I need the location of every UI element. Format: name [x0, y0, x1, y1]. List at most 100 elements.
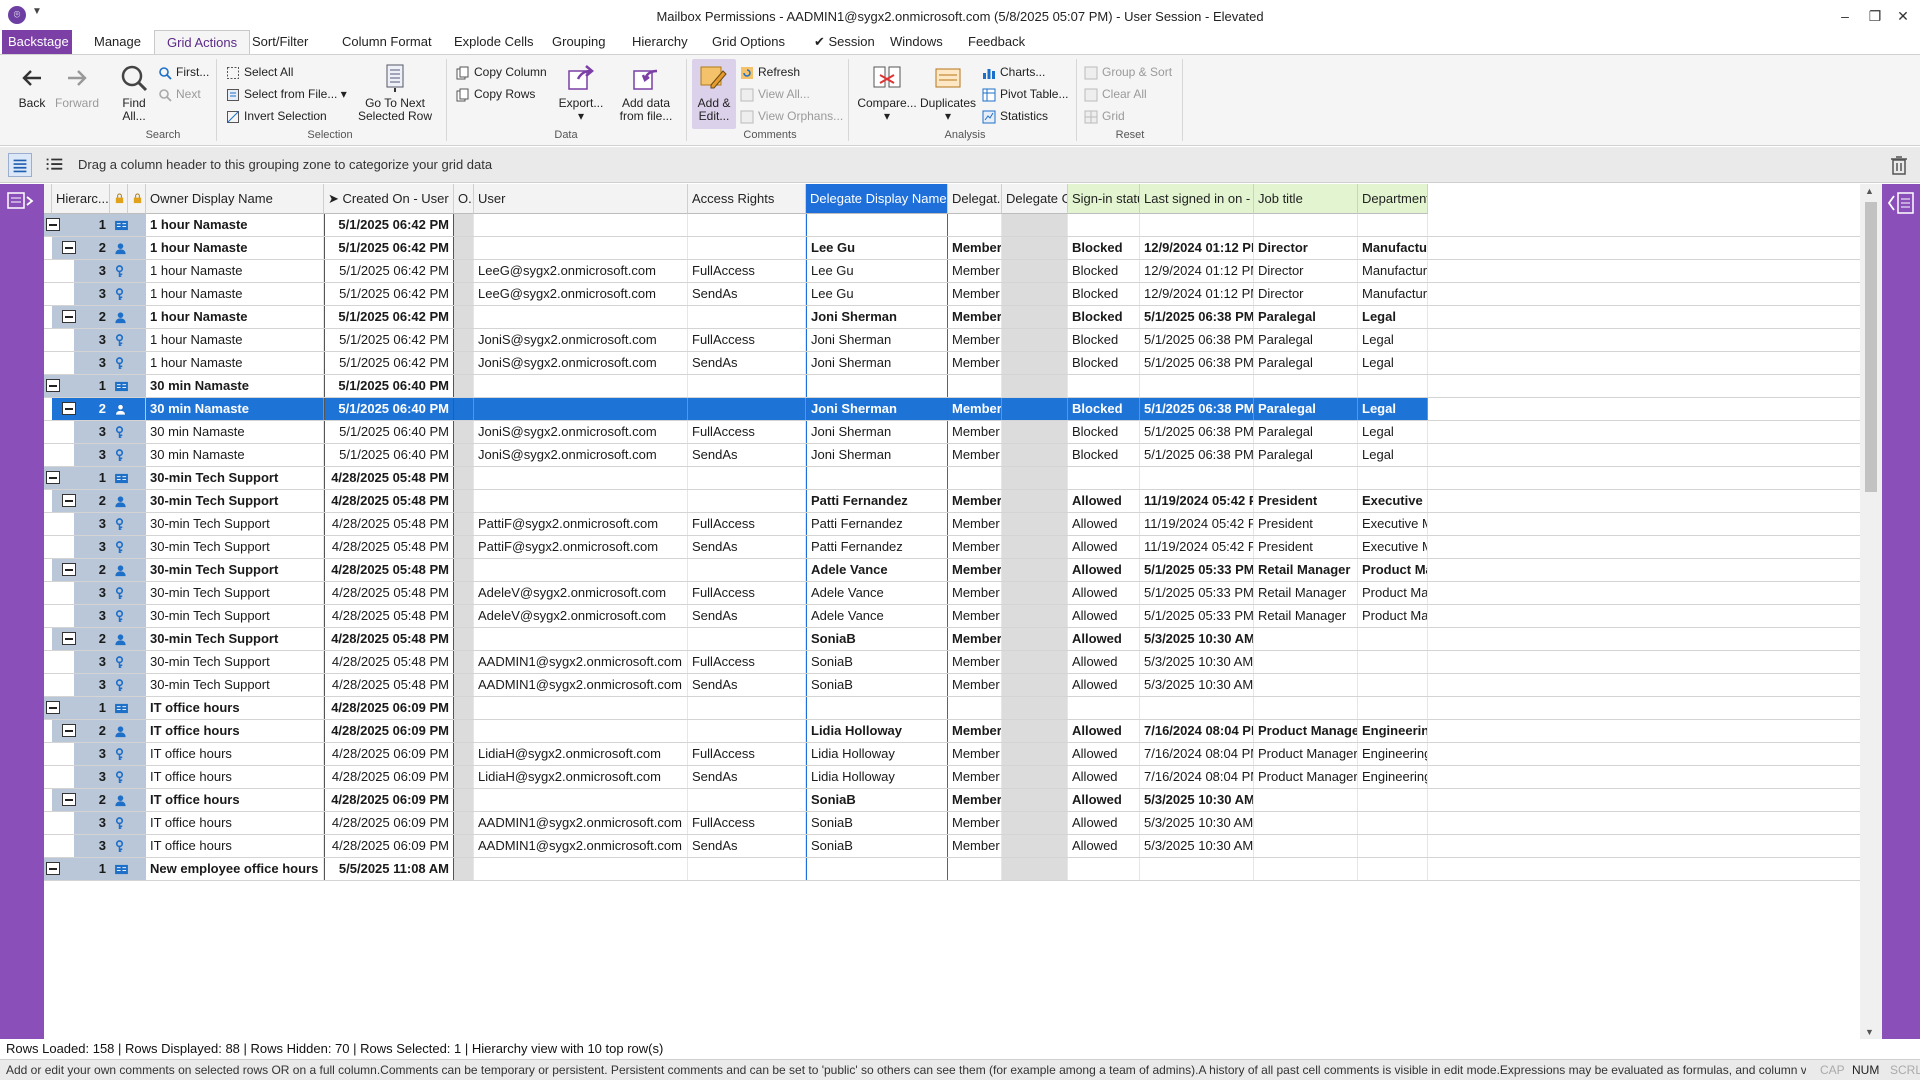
table-row[interactable]: 2 IT office hours 4/28/2025 06:09 PM Lidia … — [44, 720, 1860, 743]
go-to-next-selected-button[interactable]: Go To Next Selected Row — [354, 63, 436, 123]
table-row[interactable]: 3 1 hour Namaste 5/1/2025 06:42 PM LeeG@syg… — [44, 260, 1860, 283]
job-title-cell[interactable] — [1254, 214, 1358, 236]
sign-in-status-cell[interactable]: Allowed — [1068, 582, 1140, 604]
last-signed-in-cell[interactable]: 11/19/2024 05:42 PM — [1140, 490, 1254, 512]
user-cell[interactable] — [474, 697, 688, 719]
sign-in-status-cell[interactable]: Allowed — [1068, 513, 1140, 535]
last-signed-in-cell[interactable]: 5/3/2025 10:30 AM — [1140, 651, 1254, 673]
department-cell[interactable]: Product Mark — [1358, 559, 1428, 581]
sign-in-status-cell[interactable]: Allowed — [1068, 812, 1140, 834]
vertical-scrollbar[interactable]: ▲ ▼ — [1860, 184, 1882, 1039]
owner-display-name-cell[interactable]: 1 hour Namaste — [146, 214, 324, 236]
created-on-cell[interactable]: 4/28/2025 06:09 PM — [324, 835, 454, 857]
owner-display-name-cell[interactable]: 1 hour Namaste — [146, 329, 324, 351]
user-cell[interactable] — [474, 398, 688, 420]
delegate-type-cell[interactable]: Member — [948, 766, 1002, 788]
owner-display-name-cell[interactable]: IT office hours — [146, 743, 324, 765]
table-row[interactable]: 3 30-min Tech Support 4/28/2025 05:48 PM AA… — [44, 651, 1860, 674]
table-row[interactable]: 2 30-min Tech Support 4/28/2025 05:48 PM Ad… — [44, 559, 1860, 582]
back-button[interactable]: Back — [14, 63, 50, 110]
department-cell[interactable]: Legal — [1358, 398, 1428, 420]
last-signed-in-cell[interactable]: 5/1/2025 06:38 PM — [1140, 352, 1254, 374]
delegate-type-cell[interactable]: Member — [948, 628, 1002, 650]
department-cell[interactable]: Legal — [1358, 352, 1428, 374]
last-signed-in-cell[interactable]: 12/9/2024 01:12 PM — [1140, 260, 1254, 282]
job-title-cell[interactable]: Retail Manager — [1254, 582, 1358, 604]
user-cell[interactable]: AADMIN1@sygx2.onmicrosoft.com — [474, 651, 688, 673]
created-on-cell[interactable]: 5/1/2025 06:40 PM — [324, 421, 454, 443]
user-cell[interactable]: AADMIN1@sygx2.onmicrosoft.com — [474, 835, 688, 857]
delegate-type-cell[interactable]: Member — [948, 812, 1002, 834]
delegate-type-cell[interactable]: Member — [948, 559, 1002, 581]
header-access-rights[interactable]: Access Rights — [688, 184, 806, 214]
header-o[interactable]: O... — [454, 184, 474, 214]
grouping-zone[interactable]: Drag a column header to this grouping zo… — [0, 147, 1920, 183]
last-signed-in-cell[interactable]: 5/1/2025 06:38 PM — [1140, 398, 1254, 420]
access-rights-cell[interactable]: FullAccess — [688, 651, 806, 673]
delegate-display-name-cell[interactable]: Joni Sherman — [806, 421, 948, 443]
delegate-display-name-cell[interactable]: SoniaB — [806, 812, 948, 834]
delegate-display-name-cell[interactable]: Patti Fernandez — [806, 513, 948, 535]
find-first-button[interactable]: First... — [158, 65, 209, 80]
created-on-cell[interactable]: 5/5/2025 11:08 AM — [324, 858, 454, 880]
sign-in-status-cell[interactable]: Blocked — [1068, 283, 1140, 305]
department-cell[interactable]: Engineering — [1358, 743, 1428, 765]
delegate-type-cell[interactable]: Member — [948, 306, 1002, 328]
created-on-cell[interactable]: 4/28/2025 05:48 PM — [324, 582, 454, 604]
last-signed-in-cell[interactable]: 7/16/2024 08:04 PM — [1140, 720, 1254, 742]
access-rights-cell[interactable]: FullAccess — [688, 329, 806, 351]
delegate-type-cell[interactable] — [948, 697, 1002, 719]
header-delegate-display-name[interactable]: Delegate Display Name — [806, 184, 948, 214]
access-rights-cell[interactable] — [688, 697, 806, 719]
access-rights-cell[interactable]: SendAs — [688, 352, 806, 374]
collapse-toggle-icon[interactable] — [46, 701, 60, 714]
sign-in-status-cell[interactable]: Blocked — [1068, 306, 1140, 328]
table-row[interactable]: 2 1 hour Namaste 5/1/2025 06:42 PM Lee Gu Me… — [44, 237, 1860, 260]
last-signed-in-cell[interactable]: 11/19/2024 05:42 PM — [1140, 513, 1254, 535]
last-signed-in-cell[interactable]: 12/9/2024 01:12 PM — [1140, 237, 1254, 259]
delegate-display-name-cell[interactable]: Joni Sherman — [806, 398, 948, 420]
last-signed-in-cell[interactable] — [1140, 697, 1254, 719]
delegate-type-cell[interactable]: Member — [948, 490, 1002, 512]
department-cell[interactable] — [1358, 697, 1428, 719]
owner-display-name-cell[interactable]: 30 min Namaste — [146, 421, 324, 443]
delegate-type-cell[interactable] — [948, 214, 1002, 236]
delegate-type-cell[interactable] — [948, 375, 1002, 397]
user-cell[interactable] — [474, 858, 688, 880]
sign-in-status-cell[interactable]: Blocked — [1068, 421, 1140, 443]
table-row[interactable]: 3 1 hour Namaste 5/1/2025 06:42 PM LeeG@syg… — [44, 283, 1860, 306]
job-title-cell[interactable] — [1254, 651, 1358, 673]
created-on-cell[interactable]: 5/1/2025 06:42 PM — [324, 283, 454, 305]
job-title-cell[interactable]: Retail Manager — [1254, 559, 1358, 581]
access-rights-cell[interactable]: SendAs — [688, 605, 806, 627]
refresh-button[interactable]: Refresh — [740, 65, 800, 80]
sign-in-status-cell[interactable] — [1068, 858, 1140, 880]
delegate-type-cell[interactable]: Member — [948, 352, 1002, 374]
details-view-button[interactable] — [42, 153, 66, 177]
last-signed-in-cell[interactable]: 5/1/2025 05:33 PM — [1140, 605, 1254, 627]
delegate-type-cell[interactable]: Member — [948, 789, 1002, 811]
sign-in-status-cell[interactable]: Allowed — [1068, 743, 1140, 765]
owner-display-name-cell[interactable]: 30-min Tech Support — [146, 674, 324, 696]
tab-backstage[interactable]: Backstage — [2, 30, 72, 54]
delegate-display-name-cell[interactable]: Lee Gu — [806, 237, 948, 259]
collapse-toggle-icon[interactable] — [62, 632, 76, 645]
owner-display-name-cell[interactable]: IT office hours — [146, 766, 324, 788]
job-title-cell[interactable]: Paralegal — [1254, 398, 1358, 420]
delegate-display-name-cell[interactable]: Lee Gu — [806, 283, 948, 305]
created-on-cell[interactable]: 5/1/2025 06:42 PM — [324, 237, 454, 259]
owner-display-name-cell[interactable]: 1 hour Namaste — [146, 237, 324, 259]
last-signed-in-cell[interactable]: 12/9/2024 01:12 PM — [1140, 283, 1254, 305]
created-on-cell[interactable]: 5/1/2025 06:40 PM — [324, 375, 454, 397]
access-rights-cell[interactable] — [688, 628, 806, 650]
collapse-toggle-icon[interactable] — [46, 379, 60, 392]
owner-display-name-cell[interactable]: 30 min Namaste — [146, 375, 324, 397]
delegate-type-cell[interactable]: Member — [948, 743, 1002, 765]
created-on-cell[interactable]: 5/1/2025 06:42 PM — [324, 352, 454, 374]
owner-display-name-cell[interactable]: 30-min Tech Support — [146, 490, 324, 512]
sign-in-status-cell[interactable]: Allowed — [1068, 720, 1140, 742]
department-cell[interactable]: Engineering — [1358, 720, 1428, 742]
user-cell[interactable]: PattiF@sygx2.onmicrosoft.com — [474, 513, 688, 535]
sign-in-status-cell[interactable] — [1068, 214, 1140, 236]
created-on-cell[interactable]: 4/28/2025 06:09 PM — [324, 789, 454, 811]
